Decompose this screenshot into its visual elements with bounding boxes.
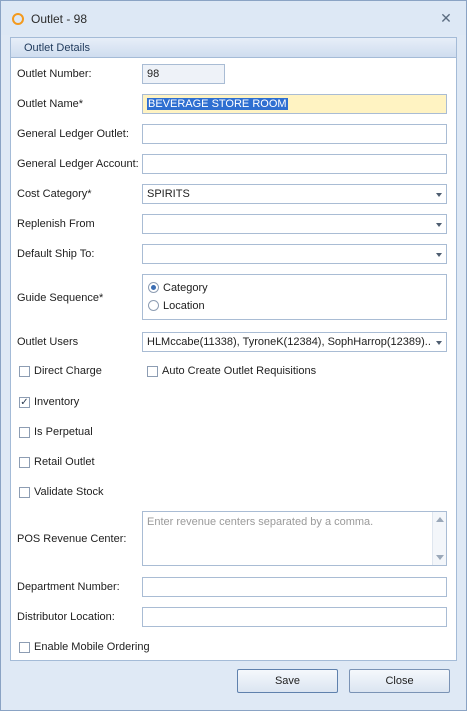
enable-mobile-checkbox[interactable] bbox=[19, 642, 30, 653]
radio-location-label[interactable]: Location bbox=[163, 300, 205, 312]
cost-category-label: Cost Category* bbox=[17, 188, 92, 200]
retail-outlet-label[interactable]: Retail Outlet bbox=[34, 456, 95, 468]
replenish-from-label: Replenish From bbox=[17, 218, 95, 230]
auto-create-checkbox[interactable] bbox=[147, 366, 158, 377]
gl-outlet-label: General Ledger Outlet: bbox=[17, 128, 129, 140]
outlet-number-label: Outlet Number: bbox=[17, 68, 92, 80]
save-button[interactable]: Save bbox=[237, 669, 338, 693]
default-ship-to-select[interactable] bbox=[142, 244, 447, 264]
inventory-label[interactable]: Inventory bbox=[34, 396, 79, 408]
gl-outlet-input[interactable] bbox=[142, 124, 447, 144]
validate-stock-label[interactable]: Validate Stock bbox=[34, 486, 104, 498]
cost-category-select[interactable]: SPIRITS bbox=[142, 184, 447, 204]
is-perpetual-label[interactable]: Is Perpetual bbox=[34, 426, 93, 438]
close-button[interactable]: Close bbox=[349, 669, 450, 693]
retail-outlet-checkbox[interactable] bbox=[19, 457, 30, 468]
scroll-down-icon[interactable] bbox=[436, 555, 444, 560]
app-circle-icon bbox=[12, 13, 24, 25]
textarea-scrollbar[interactable] bbox=[432, 512, 446, 565]
chevron-down-icon[interactable] bbox=[436, 253, 442, 257]
pos-revenue-center-placeholder: Enter revenue centers separated by a com… bbox=[147, 516, 374, 528]
distributor-location-label: Distributor Location: bbox=[17, 611, 115, 623]
radio-category[interactable] bbox=[148, 282, 159, 293]
scroll-up-icon[interactable] bbox=[436, 517, 444, 522]
radio-category-label[interactable]: Category bbox=[163, 282, 208, 294]
outlet-dialog: Outlet - 98 ✕ Outlet Details Outlet Numb… bbox=[0, 0, 467, 711]
chevron-down-icon[interactable] bbox=[436, 193, 442, 197]
guide-sequence-radio-group bbox=[142, 274, 447, 320]
default-ship-to-label: Default Ship To: bbox=[17, 248, 95, 260]
validate-stock-checkbox[interactable] bbox=[19, 487, 30, 498]
gl-account-label: General Ledger Account: bbox=[17, 158, 139, 170]
inventory-checkbox[interactable]: ✓ bbox=[19, 397, 30, 408]
chevron-down-icon[interactable] bbox=[436, 223, 442, 227]
is-perpetual-checkbox[interactable] bbox=[19, 427, 30, 438]
outlet-number-value: 98 bbox=[147, 68, 160, 80]
auto-create-label[interactable]: Auto Create Outlet Requisitions bbox=[162, 365, 316, 377]
pos-revenue-center-label: POS Revenue Center: bbox=[17, 533, 127, 545]
group-header: Outlet Details bbox=[11, 38, 456, 58]
outlet-name-input[interactable]: BEVERAGE STORE ROOM bbox=[142, 94, 447, 114]
outlet-name-label: Outlet Name* bbox=[17, 98, 84, 110]
window-title: Outlet - 98 bbox=[31, 12, 88, 26]
cost-category-value: SPIRITS bbox=[147, 188, 190, 200]
close-icon[interactable]: ✕ bbox=[439, 10, 453, 26]
replenish-from-select[interactable] bbox=[142, 214, 447, 234]
guide-sequence-label: Guide Sequence* bbox=[17, 292, 104, 304]
distributor-location-input[interactable] bbox=[142, 607, 447, 627]
checkmark-icon: ✓ bbox=[20, 397, 29, 408]
outlet-number-field: 98 bbox=[142, 64, 225, 84]
title-bar: Outlet - 98 ✕ bbox=[1, 1, 466, 35]
outlet-name-value: BEVERAGE STORE ROOM bbox=[147, 98, 288, 110]
group-title: Outlet Details bbox=[24, 42, 91, 54]
outlet-users-label: Outlet Users bbox=[17, 336, 79, 348]
outlet-users-value: HLMccabe(11338), TyroneK(12384), SophHar… bbox=[147, 336, 430, 348]
outlet-users-select[interactable]: HLMccabe(11338), TyroneK(12384), SophHar… bbox=[142, 332, 447, 352]
pos-revenue-center-textarea[interactable]: Enter revenue centers separated by a com… bbox=[142, 511, 447, 566]
direct-charge-checkbox[interactable] bbox=[19, 366, 30, 377]
department-number-input[interactable] bbox=[142, 577, 447, 597]
gl-account-input[interactable] bbox=[142, 154, 447, 174]
radio-location[interactable] bbox=[148, 300, 159, 311]
chevron-down-icon[interactable] bbox=[436, 341, 442, 345]
direct-charge-label[interactable]: Direct Charge bbox=[34, 365, 102, 377]
department-number-label: Department Number: bbox=[17, 581, 120, 593]
enable-mobile-label[interactable]: Enable Mobile Ordering bbox=[34, 641, 150, 653]
